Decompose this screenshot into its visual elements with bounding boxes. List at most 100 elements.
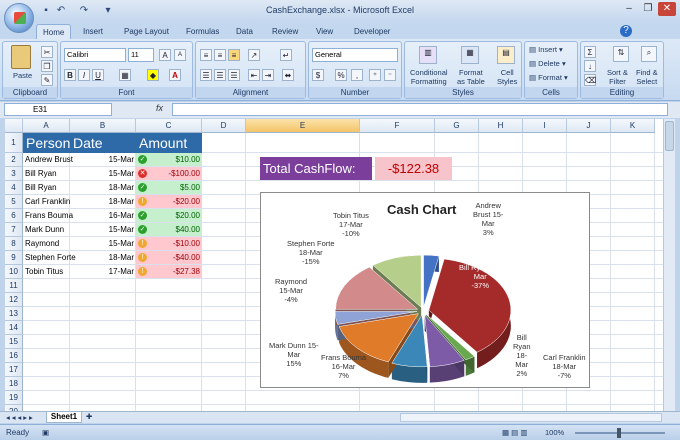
sheet-tab-sheet1[interactable]: Sheet1 [46,412,82,423]
maximize-button[interactable]: ❐ [639,2,657,16]
paste-label[interactable]: Paste [13,71,32,80]
currency-icon[interactable]: $ [312,69,324,81]
align-middle-icon[interactable]: ≡ [214,49,226,61]
total-cashflow-value[interactable]: -$122.38 [375,157,452,180]
column-header-f[interactable]: F [360,119,435,133]
format-as-table-label[interactable]: Format as Table [457,68,485,86]
wrap-text-icon[interactable]: ↵ [280,49,292,61]
row-header-13[interactable]: 13 [5,307,23,321]
name-box[interactable]: E31 [4,103,112,116]
scroll-thumb[interactable] [665,121,674,151]
row-header-4[interactable]: 4 [5,181,23,195]
row-header-15[interactable]: 15 [5,335,23,349]
row-header-3[interactable]: 3 [5,167,23,181]
row-header-16[interactable]: 16 [5,349,23,363]
increase-decimal-icon[interactable]: ⁺ [369,69,381,81]
table-cell-date[interactable]: 15-Mar [70,237,134,250]
delete-cells-button[interactable]: ▤ Delete ▾ [529,59,566,68]
tab-review[interactable]: Review [266,24,304,39]
row-header-11[interactable]: 11 [5,279,23,293]
conditional-formatting-icon[interactable]: ▥ [419,46,437,64]
tab-home[interactable]: Home [36,24,72,39]
tab-data[interactable]: Data [230,24,259,39]
fx-icon[interactable]: fx [156,103,163,113]
column-header-c[interactable]: C [136,119,202,133]
insert-cells-button[interactable]: ▤ Insert ▾ [529,45,563,54]
borders-icon[interactable]: ▦ [119,69,131,81]
decrease-indent-icon[interactable]: ⇤ [248,69,260,81]
close-button[interactable]: ✕ [658,2,676,16]
sheet-nav-icons[interactable]: ◂◂◂▸▸ [6,413,35,422]
table-cell-date[interactable]: 18-Mar [70,195,134,208]
font-color-icon[interactable]: A [169,69,181,81]
row-header-19[interactable]: 19 [5,391,23,405]
font-name-select[interactable]: Calibri [64,48,126,62]
format-cells-button[interactable]: ▤ Format ▾ [529,73,568,82]
tab-page-layout[interactable]: Page Layout [118,24,175,39]
find-select-label[interactable]: Find & Select [636,68,658,86]
row-header-7[interactable]: 7 [5,223,23,237]
column-header-i[interactable]: I [523,119,567,133]
table-header-person[interactable]: Person [23,133,70,153]
sort-filter-label[interactable]: Sort & Filter [607,68,628,86]
copy-icon[interactable]: ❐ [41,60,53,72]
column-header-h[interactable]: H [479,119,523,133]
table-cell-date[interactable]: 15-Mar [70,153,134,166]
format-as-table-icon[interactable]: ▦ [461,46,479,64]
table-header-date[interactable]: Date [70,133,136,153]
row-header-17[interactable]: 17 [5,363,23,377]
row-header-18[interactable]: 18 [5,377,23,391]
row-header-6[interactable]: 6 [5,209,23,223]
formula-input[interactable] [172,103,668,116]
row-header-1[interactable]: 1 [5,133,23,153]
find-select-icon[interactable]: ⌕ [641,46,657,62]
font-size-select[interactable]: 11 [128,48,154,62]
percent-icon[interactable]: % [335,69,347,81]
row-header-9[interactable]: 9 [5,251,23,265]
align-left-icon[interactable]: ☰ [200,69,212,81]
table-cell-date[interactable]: 18-Mar [70,181,134,194]
column-header-j[interactable]: J [567,119,611,133]
column-header-b[interactable]: B [70,119,136,133]
row-header-10[interactable]: 10 [5,265,23,279]
select-all-corner[interactable] [5,119,23,133]
office-button[interactable] [4,3,34,33]
number-format-select[interactable]: General [312,48,398,62]
row-header-5[interactable]: 5 [5,195,23,209]
row-header-8[interactable]: 8 [5,237,23,251]
column-header-g[interactable]: G [435,119,479,133]
align-top-icon[interactable]: ≡ [200,49,212,61]
cut-icon[interactable]: ✂ [41,46,53,58]
table-cell-date[interactable]: 17-Mar [70,265,134,278]
merge-center-icon[interactable]: ⬌ [282,69,294,81]
format-painter-icon[interactable]: ✎ [41,74,53,86]
orientation-icon[interactable]: ↗ [248,49,260,61]
cell-styles-icon[interactable]: ▤ [497,46,515,64]
row-header-14[interactable]: 14 [5,321,23,335]
fill-icon[interactable]: ↓ [584,60,596,72]
align-bottom-icon[interactable]: ≡ [228,49,240,61]
table-cell-date[interactable]: 15-Mar [70,223,134,236]
underline-icon[interactable]: U [92,69,104,81]
row-header-2[interactable]: 2 [5,153,23,167]
paste-icon[interactable] [11,45,31,69]
table-cell-date[interactable]: 16-Mar [70,209,134,222]
column-header-e[interactable]: E [246,119,360,133]
zoom-slider-thumb[interactable] [617,428,621,438]
column-header-k[interactable]: K [611,119,655,133]
clear-icon[interactable]: ⌫ [584,74,596,86]
tab-view[interactable]: View [310,24,339,39]
tab-formulas[interactable]: Formulas [180,24,225,39]
help-icon[interactable]: ? [620,25,632,37]
zoom-level[interactable]: 100% [545,428,564,437]
increase-indent-icon[interactable]: ⇥ [262,69,274,81]
row-header-12[interactable]: 12 [5,293,23,307]
table-cell-date[interactable]: 15-Mar [70,167,134,180]
decrease-decimal-icon[interactable]: ⁻ [384,69,396,81]
grow-font-icon[interactable]: A [159,49,171,61]
tab-developer[interactable]: Developer [348,24,396,39]
conditional-formatting-label[interactable]: Conditional Formatting [410,68,448,86]
comma-icon[interactable]: , [351,69,363,81]
new-sheet-icon[interactable]: ✚ [86,412,92,421]
horizontal-scrollbar[interactable] [400,413,662,422]
